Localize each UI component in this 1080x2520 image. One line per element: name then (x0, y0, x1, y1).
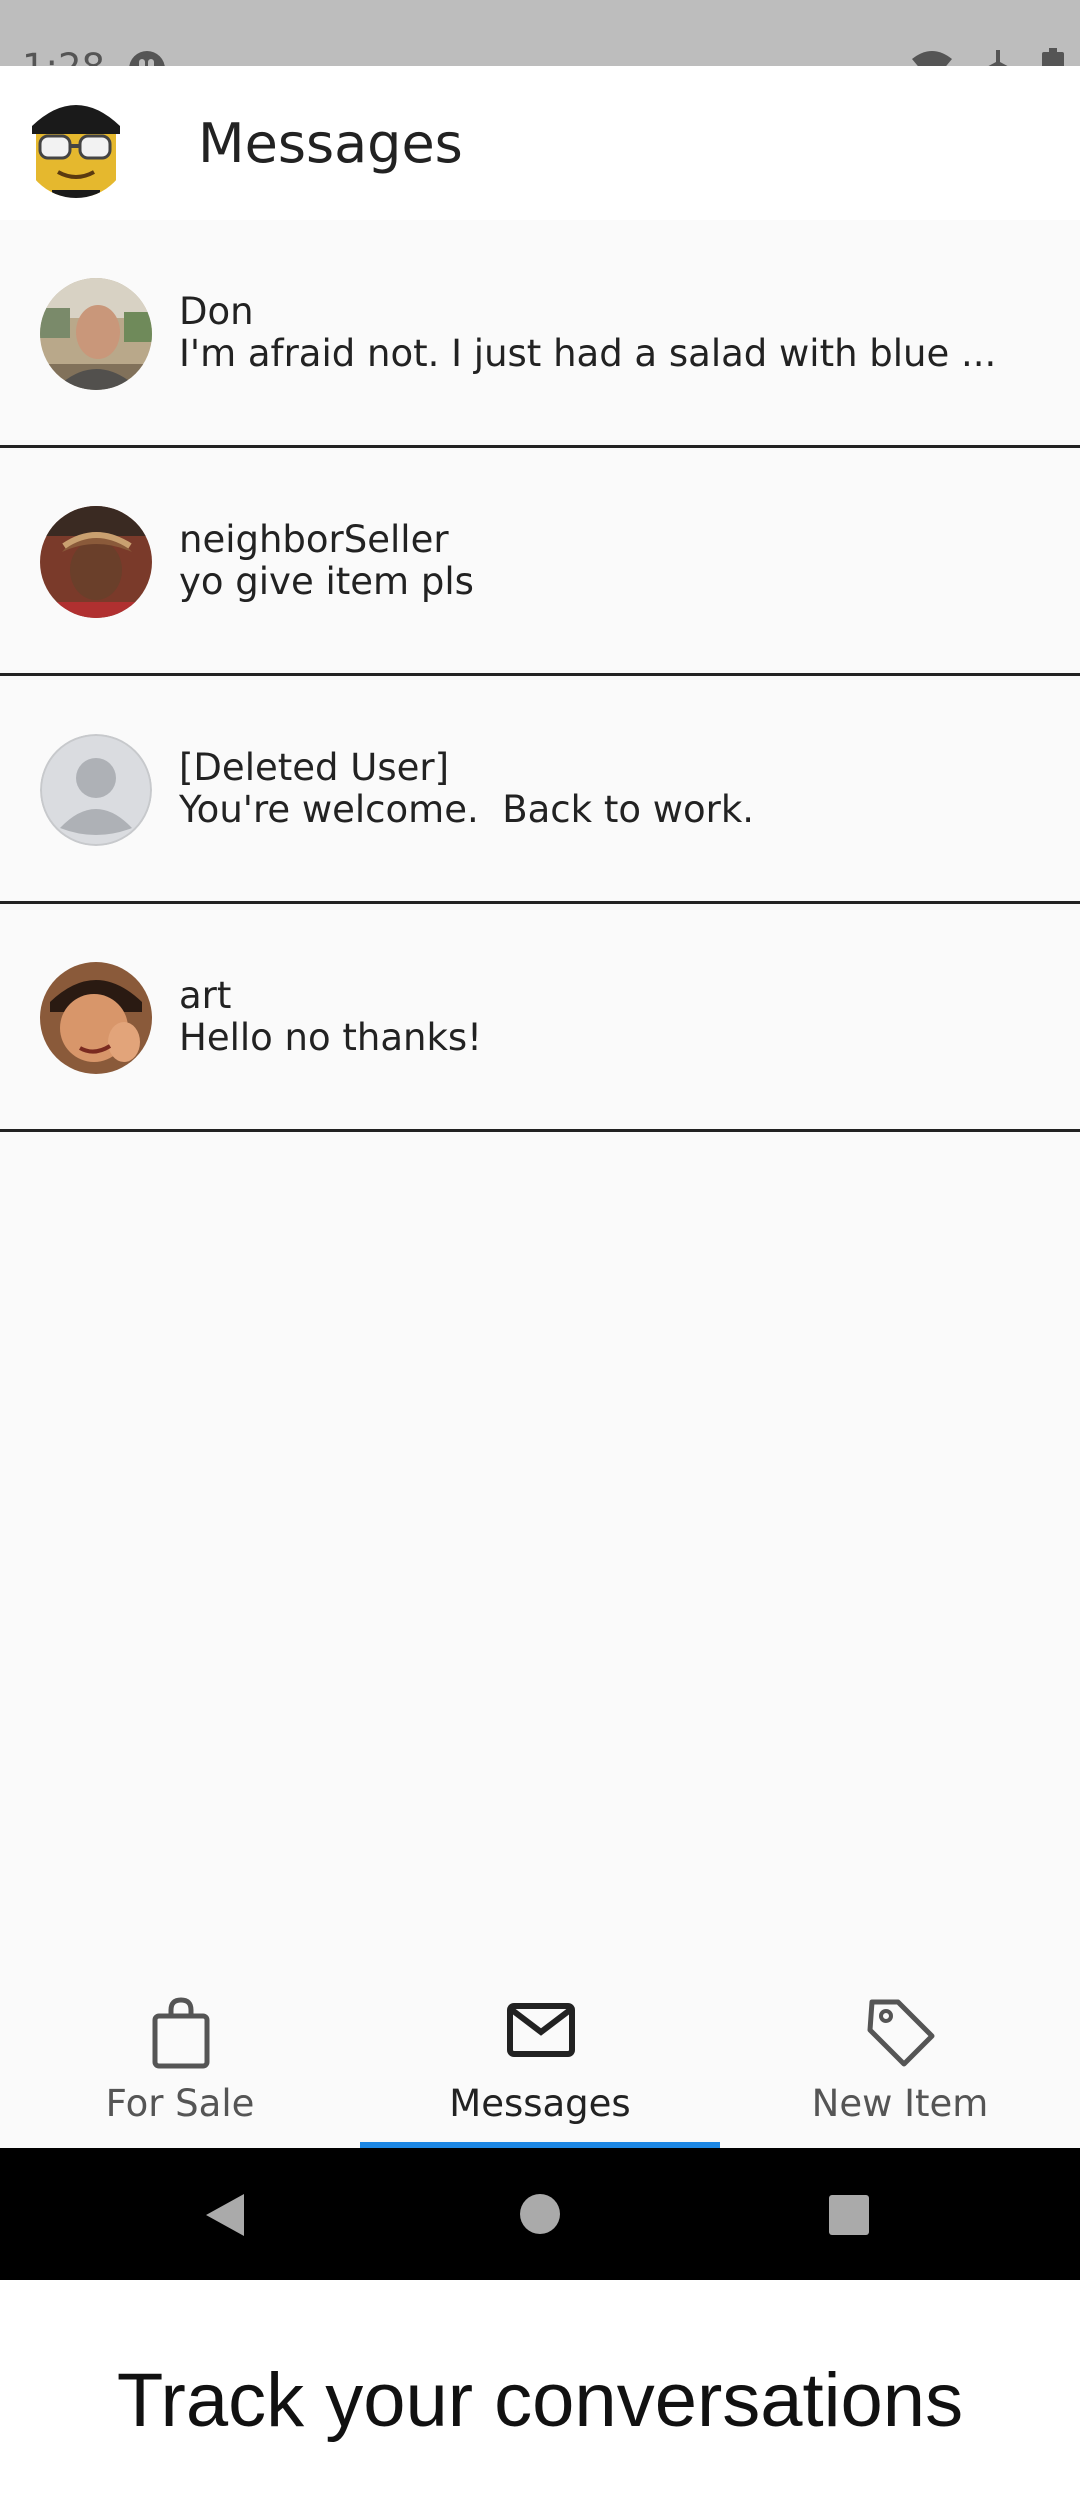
conversation-row[interactable]: [Deleted User] You're welcome. Back to w… (0, 676, 1080, 904)
tag-icon (867, 1999, 935, 2067)
nav-item-for-sale[interactable]: For Sale (0, 1980, 360, 2148)
recents-button[interactable] (828, 2194, 870, 2236)
mail-icon (507, 2003, 575, 2057)
conversation-row[interactable]: art Hello no thanks! (0, 904, 1080, 1132)
conversation-row[interactable]: Don I'm afraid not. I just had a salad w… (0, 220, 1080, 448)
lego-face-icon (22, 90, 130, 198)
nav-label: Messages (449, 2082, 631, 2125)
conversation-preview: You're welcome. Back to work. (179, 788, 755, 831)
conversation-preview: yo give item pls (179, 560, 474, 603)
conversation-preview: Hello no thanks! (179, 1016, 483, 1059)
avatar-photo-neighborseller (40, 506, 152, 618)
conversation-row[interactable]: neighborSeller yo give item pls (0, 448, 1080, 676)
system-navigation-bar (0, 2148, 1080, 2280)
nav-item-messages[interactable]: Messages (360, 1980, 720, 2148)
nav-item-new-item[interactable]: New Item (720, 1980, 1080, 2148)
conversation-name: [Deleted User] (179, 746, 450, 789)
page-title: Messages (198, 112, 463, 175)
status-bar: 1:28 (0, 0, 1080, 89)
shopping-bag-icon (152, 1997, 210, 2069)
avatar-photo-don (40, 278, 152, 390)
profile-avatar[interactable] (22, 90, 130, 198)
caption-text: Track your conversations (116, 2357, 964, 2443)
promo-caption: Track your conversations (0, 2280, 1080, 2520)
default-avatar-icon (40, 734, 152, 846)
conversation-preview: I'm afraid not. I just had a salad with … (179, 332, 997, 375)
home-button[interactable] (518, 2192, 562, 2236)
app-bar: Messages (0, 66, 1080, 220)
conversation-name: neighborSeller (179, 518, 449, 561)
bottom-navigation: For Sale Messages New Item (0, 1980, 1080, 2148)
conversation-list: Don I'm afraid not. I just had a salad w… (0, 220, 1080, 1980)
nav-label: For Sale (105, 2082, 255, 2125)
avatar-photo-art (40, 962, 152, 1074)
nav-label: New Item (811, 2082, 989, 2125)
conversation-name: art (179, 974, 232, 1017)
conversation-name: Don (179, 290, 254, 333)
back-button[interactable] (204, 2192, 246, 2238)
